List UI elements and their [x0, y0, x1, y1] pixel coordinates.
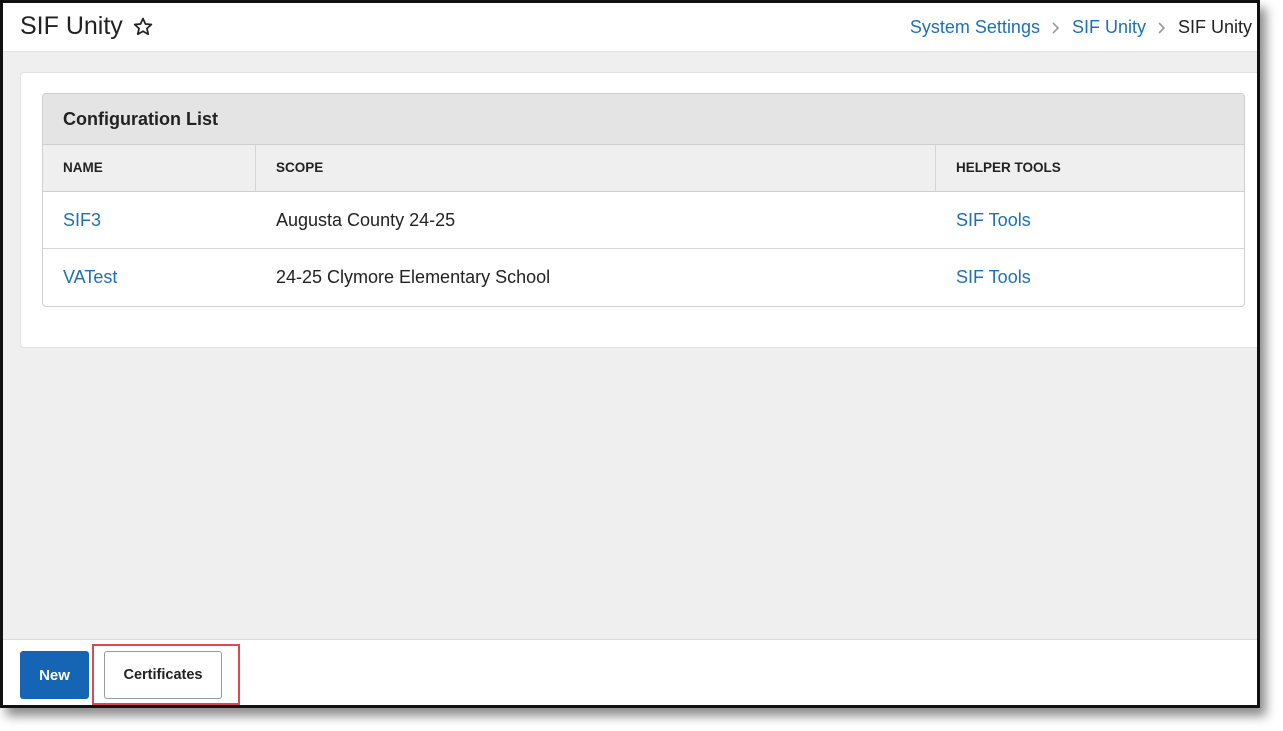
config-name-link[interactable]: SIF3	[63, 210, 101, 230]
table-row: SIF3 Augusta County 24-25 SIF Tools	[43, 192, 1244, 249]
sif-tools-link[interactable]: SIF Tools	[956, 210, 1031, 230]
action-bar: New Certificates	[3, 639, 1257, 705]
page-header: SIF Unity System Settings SIF Unity SIF …	[3, 3, 1257, 52]
config-name-link[interactable]: VATest	[63, 267, 117, 287]
chevron-right-icon	[1052, 21, 1060, 34]
column-header-name: NAME	[43, 145, 256, 191]
table-header-row: NAME SCOPE HELPER TOOLS	[43, 145, 1244, 192]
column-header-scope: SCOPE	[256, 145, 936, 191]
configuration-table: Configuration List NAME SCOPE HELPER TOO…	[42, 93, 1245, 307]
chevron-right-icon	[1158, 21, 1166, 34]
new-button[interactable]: New	[20, 651, 89, 699]
breadcrumb-current: SIF Unity	[1177, 17, 1252, 37]
star-icon[interactable]	[132, 16, 154, 38]
config-scope: 24-25 Clymore Elementary School	[276, 267, 551, 287]
sif-tools-link[interactable]: SIF Tools	[956, 267, 1031, 287]
page-title-container: SIF Unity	[20, 12, 154, 41]
content-card: Configuration List NAME SCOPE HELPER TOO…	[20, 72, 1257, 348]
breadcrumb-sif-unity[interactable]: SIF Unity	[1072, 17, 1146, 38]
config-scope: Augusta County 24-25	[276, 210, 456, 230]
page-title: SIF Unity	[20, 12, 123, 40]
table-row: VATest 24-25 Clymore Elementary School S…	[43, 249, 1244, 305]
breadcrumb-system-settings[interactable]: System Settings	[910, 17, 1040, 38]
certificates-button[interactable]: Certificates	[104, 651, 222, 699]
app-window: SIF Unity System Settings SIF Unity SIF …	[0, 0, 1260, 708]
breadcrumb: System Settings SIF Unity SIF Unity	[910, 17, 1252, 38]
table-title: Configuration List	[43, 94, 1244, 145]
column-header-helper-tools: HELPER TOOLS	[956, 160, 1061, 175]
